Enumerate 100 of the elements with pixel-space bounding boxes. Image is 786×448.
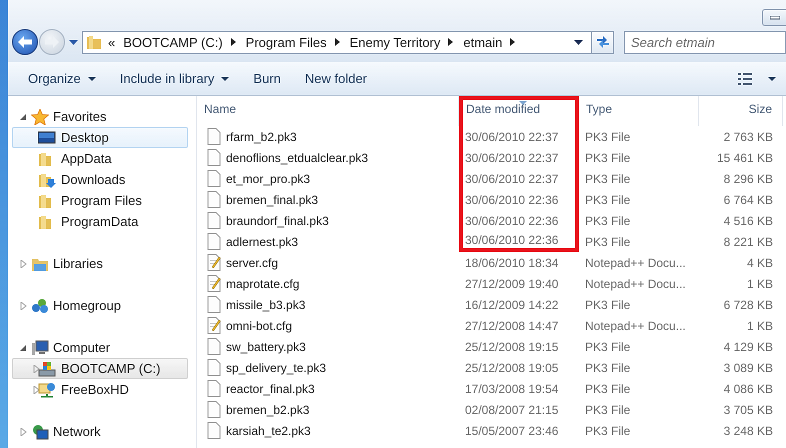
file-type: PK3 File <box>585 214 630 228</box>
sidebar-item[interactable]: FreeBoxHD <box>12 379 188 400</box>
file-size: 8 296 KB <box>724 172 773 186</box>
caret-icon[interactable] <box>768 76 776 80</box>
network-icon <box>31 424 49 440</box>
breadcrumb-arrow-icon[interactable] <box>230 38 236 46</box>
file-icon <box>207 170 221 187</box>
history-caret-icon[interactable] <box>574 40 583 44</box>
file-type: PK3 File <box>585 172 630 186</box>
file-name[interactable]: et_mor_pro.pk3 <box>226 172 310 186</box>
file-name[interactable]: karsiah_te2.pk3 <box>226 424 311 438</box>
toolbar-button[interactable]: New folder <box>296 67 376 90</box>
breadcrumb-arrow-icon[interactable] <box>510 38 516 46</box>
date-modified: 15/05/2007 23:46 <box>465 424 558 438</box>
file-name[interactable]: bremen_b2.pk3 <box>226 402 310 416</box>
file-name[interactable]: reactor_final.pk3 <box>226 382 315 396</box>
file-icon <box>207 401 221 418</box>
file-size: 2 763 KB <box>724 130 773 144</box>
file-name[interactable]: denoflions_etdualclear.pk3 <box>226 150 368 164</box>
date-modified: 27/12/2008 14:47 <box>465 318 558 332</box>
file-name[interactable]: sp_delivery_te.pk3 <box>226 360 326 374</box>
sidebar-item[interactable]: BOOTCAMP (C:) <box>12 358 188 379</box>
breadcrumb[interactable]: Program Files <box>246 34 327 50</box>
file-size: 4 KB <box>746 256 773 270</box>
file-size: 4 516 KB <box>724 214 773 228</box>
collapsed-arrow-icon[interactable] <box>33 364 40 372</box>
file-name[interactable]: braundorf_final.pk3 <box>226 214 329 228</box>
collapsed-arrow-icon[interactable] <box>33 386 40 394</box>
refresh-button[interactable] <box>591 32 613 52</box>
file-icon <box>207 359 221 376</box>
date-modified: 25/12/2008 19:15 <box>465 340 558 354</box>
file-size: 3 705 KB <box>724 402 773 416</box>
toolbar-button[interactable]: Include in library <box>112 67 238 90</box>
breadcrumb[interactable]: etmain <box>463 34 502 50</box>
date-modified: 18/06/2010 18:34 <box>465 256 558 270</box>
file-name[interactable]: sw_battery.pk3 <box>226 340 306 354</box>
breadcrumb[interactable]: BOOTCAMP (C:) <box>123 34 223 50</box>
drive-icon <box>38 360 56 376</box>
breadcrumb-arrow-icon[interactable] <box>448 38 454 46</box>
back-button[interactable] <box>12 29 38 55</box>
search-field[interactable]: Search etmain <box>624 30 786 54</box>
sidebar-item[interactable]: Libraries <box>53 256 103 271</box>
file-icon <box>207 422 221 439</box>
sidebar-item[interactable]: Program Files <box>12 190 188 211</box>
file-type: PK3 File <box>585 192 630 206</box>
file-size: 4 086 KB <box>724 382 773 396</box>
file-type: PK3 File <box>585 424 630 438</box>
sidebar-item[interactable]: Downloads <box>12 169 188 190</box>
date-modified: 30/06/2010 22:36 <box>465 214 558 228</box>
expanded-arrow-icon[interactable] <box>20 344 27 352</box>
file-name[interactable]: bremen_final.pk3 <box>226 192 318 206</box>
column-header[interactable]: Type <box>579 96 699 126</box>
expanded-arrow-icon[interactable] <box>20 112 27 120</box>
file-type: Notepad++ Docu... <box>585 318 686 332</box>
date-modified: 30/06/2010 22:37 <box>465 172 558 186</box>
sidebar-item[interactable]: Favorites <box>53 109 106 124</box>
sidebar-item[interactable]: AppData <box>12 148 188 169</box>
recent-pages-caret-icon[interactable] <box>69 40 78 44</box>
minimize-button[interactable] <box>762 9 786 26</box>
file-name[interactable]: server.cfg <box>226 256 278 270</box>
column-header[interactable]: Date modified <box>459 96 579 126</box>
date-modified: 30/06/2010 22:36 <box>465 232 558 246</box>
toolbar-button[interactable]: Organize <box>20 67 104 90</box>
star-icon <box>31 108 49 124</box>
breadcrumb[interactable]: Enemy Territory <box>350 34 440 50</box>
sidebar-item[interactable]: ProgramData <box>12 211 188 232</box>
file-type: Notepad++ Docu... <box>585 256 686 270</box>
breadcrumb-arrow-icon[interactable] <box>334 38 340 46</box>
address-bar[interactable]: « BOOTCAMP (C:) Program Files Enemy Territory etmain <box>82 30 614 54</box>
file-size: 6 764 KB <box>724 192 773 206</box>
file-size: 6 728 KB <box>724 298 773 312</box>
details-view-icon <box>738 72 752 84</box>
file-name[interactable]: maprotate.cfg <box>226 276 300 290</box>
toolbar-button[interactable]: Burn <box>245 67 289 90</box>
file-type: PK3 File <box>585 382 630 396</box>
caret-icon <box>221 76 230 80</box>
file-name[interactable]: adlernest.pk3 <box>226 234 298 248</box>
file-name[interactable]: missile_b3.pk3 <box>226 298 306 312</box>
sidebar-item[interactable]: Homegroup <box>53 298 121 313</box>
column-header[interactable]: Name <box>197 96 459 126</box>
column-header[interactable]: Size <box>699 96 783 126</box>
back-arrow-icon <box>18 36 32 48</box>
date-modified: 30/06/2010 22:36 <box>465 192 558 206</box>
desktop-icon <box>38 130 56 146</box>
folder-icon <box>86 34 102 50</box>
file-icon <box>207 233 221 250</box>
file-size: 4 129 KB <box>724 340 773 354</box>
caret-icon <box>88 76 96 80</box>
file-icon <box>207 338 221 355</box>
date-modified: 27/12/2009 19:40 <box>465 276 558 290</box>
file-name[interactable]: omni-bot.cfg <box>226 318 292 332</box>
file-name[interactable]: rfarm_b2.pk3 <box>226 130 297 144</box>
file-size: 1 KB <box>746 276 773 290</box>
sidebar-item[interactable]: Desktop <box>12 127 188 148</box>
breadcrumb-overflow[interactable]: « <box>108 34 116 50</box>
sidebar-item[interactable]: Network <box>53 424 101 439</box>
sidebar-item[interactable]: Computer <box>53 340 110 355</box>
minimize-icon <box>770 16 780 20</box>
file-type: Notepad++ Docu... <box>585 276 686 290</box>
file-type: PK3 File <box>585 402 630 416</box>
